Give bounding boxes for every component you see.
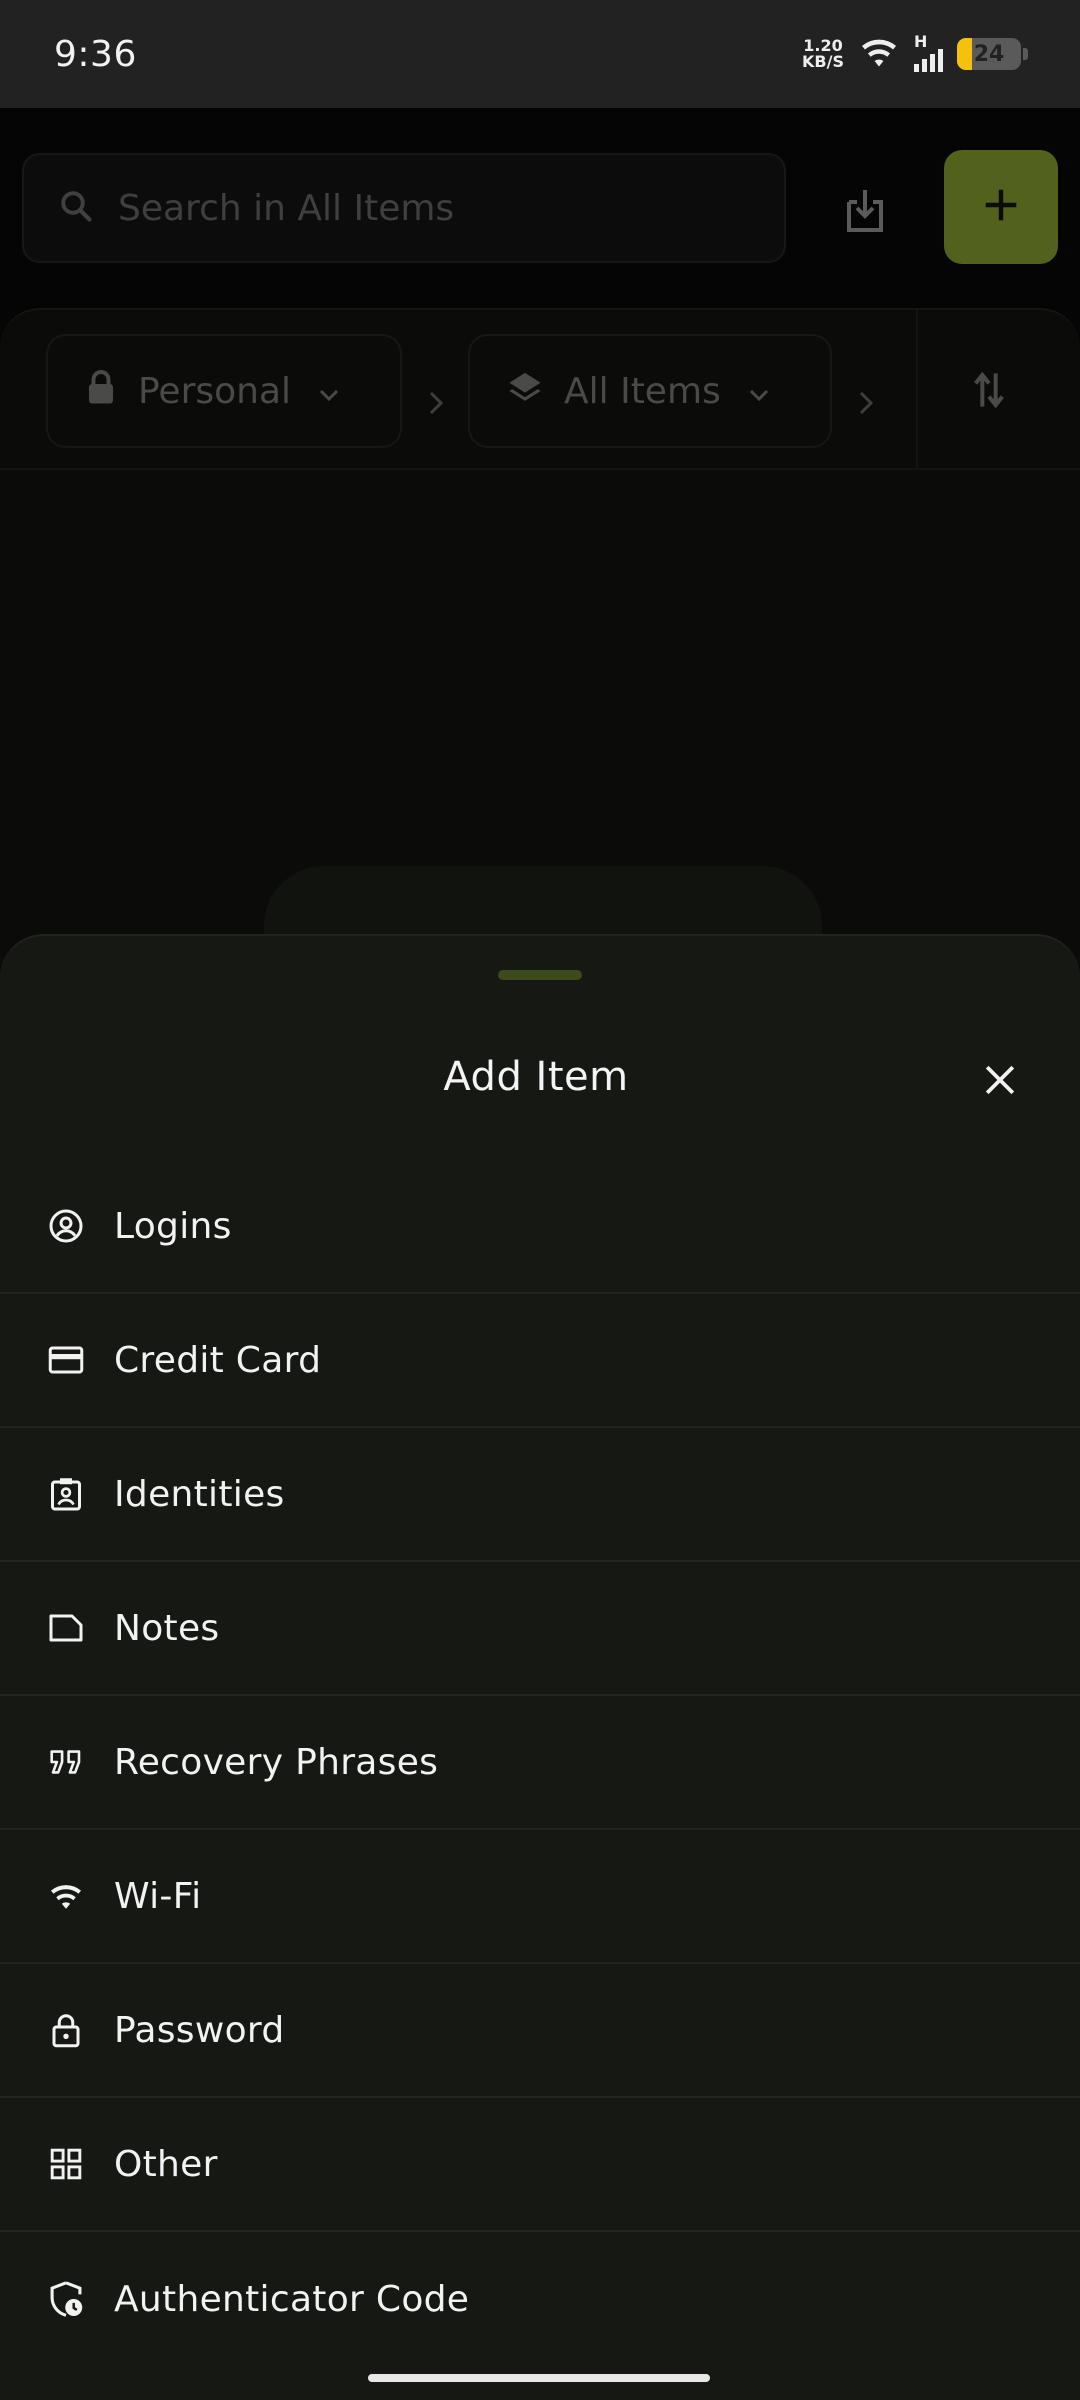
close-icon [984, 1064, 1016, 1100]
item-type-label: Identities [114, 1473, 285, 1515]
item-type-authenticator-code[interactable]: Authenticator Code [0, 2232, 1080, 2366]
filter-bar: Personal All Items [0, 310, 1080, 470]
item-type-label: Password [114, 2009, 285, 2051]
chevron-right-icon [858, 386, 874, 424]
wifi-icon [46, 1876, 86, 1916]
add-item-sheet: Add Item Logins Credit Card Identities N… [0, 934, 1080, 2400]
chevron-down-icon [317, 371, 341, 412]
network-speed: 1.20 KB/S [802, 38, 844, 70]
item-type-credit-card[interactable]: Credit Card [0, 1294, 1080, 1428]
chevron-right-icon [428, 386, 444, 424]
layers-icon [508, 370, 542, 413]
lock-icon [46, 2010, 86, 2050]
item-type-label: Notes [114, 1607, 220, 1649]
item-type-identities[interactable]: Identities [0, 1428, 1080, 1562]
shield-clock-icon [46, 2279, 86, 2319]
user-circle-icon [46, 1206, 86, 1246]
item-type-list: Logins Credit Card Identities Notes Reco… [0, 1160, 1080, 2366]
id-badge-icon [46, 1474, 86, 1514]
network-type-label: H [914, 32, 928, 51]
vault-selector[interactable]: Personal [46, 334, 402, 448]
close-button[interactable] [976, 1058, 1024, 1106]
item-type-other[interactable]: Other [0, 2098, 1080, 2232]
item-type-label: Recovery Phrases [114, 1741, 439, 1783]
item-type-label: Credit Card [114, 1339, 322, 1381]
category-label: All Items [564, 370, 721, 412]
item-type-label: Wi-Fi [114, 1875, 202, 1917]
category-selector[interactable]: All Items [468, 334, 832, 448]
vault-label: Personal [138, 370, 292, 412]
drag-handle[interactable] [498, 970, 582, 980]
item-type-recovery-phrases[interactable]: Recovery Phrases [0, 1696, 1080, 1830]
item-type-label: Authenticator Code [114, 2278, 470, 2320]
wifi-signal-icon [858, 35, 900, 73]
cell-signal-icon: H [914, 32, 943, 72]
search-icon [58, 188, 94, 228]
search-input[interactable]: Search in All Items [22, 153, 786, 263]
quote-icon [46, 1742, 86, 1782]
download-icon [845, 188, 885, 238]
item-type-logins[interactable]: Logins [0, 1160, 1080, 1294]
note-icon [46, 1608, 86, 1648]
import-button[interactable] [830, 183, 900, 243]
sheet-title: Add Item [443, 1054, 629, 1100]
divider [916, 310, 918, 470]
sort-button[interactable] [972, 370, 1006, 414]
home-indicator[interactable] [368, 2374, 710, 2382]
grid-icon [46, 2144, 86, 2184]
chevron-down-icon [747, 371, 771, 412]
plus-icon [984, 188, 1018, 226]
item-type-label: Logins [114, 1205, 232, 1247]
item-type-password[interactable]: Password [0, 1964, 1080, 2098]
status-icons: 1.20 KB/S H 24 [802, 32, 1028, 73]
item-type-notes[interactable]: Notes [0, 1562, 1080, 1696]
status-bar: 9:36 1.20 KB/S H 24 [0, 0, 1080, 108]
credit-card-icon [46, 1340, 86, 1380]
item-type-wifi[interactable]: Wi-Fi [0, 1830, 1080, 1964]
search-placeholder: Search in All Items [118, 187, 455, 229]
status-time: 9:36 [54, 33, 137, 75]
network-speed-unit: KB/S [802, 52, 844, 71]
sort-arrows-icon [972, 371, 1006, 414]
add-item-button[interactable] [944, 150, 1058, 264]
lock-icon [86, 369, 116, 414]
battery-icon: 24 [957, 38, 1021, 70]
item-type-label: Other [114, 2143, 218, 2185]
battery-level: 24 [973, 41, 1005, 67]
